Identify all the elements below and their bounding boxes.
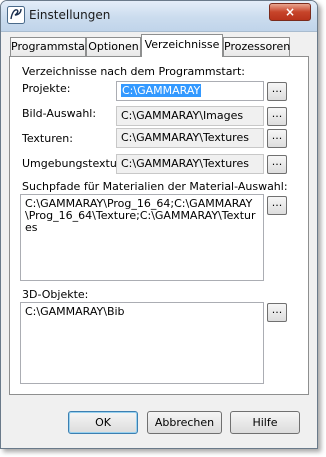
- app-logo-icon: [7, 6, 25, 24]
- objects-textarea[interactable]: C:\GAMMARAY\Bib: [20, 302, 264, 384]
- tab-verzeichnisse[interactable]: Verzeichnisse: [141, 34, 223, 57]
- window-title: Einstellungen: [29, 8, 111, 22]
- help-button[interactable]: Hilfe: [230, 411, 300, 434]
- projekte-label: Projekte:: [22, 82, 71, 95]
- projekte-input[interactable]: C:\GAMMARAY: [116, 81, 264, 101]
- close-button[interactable]: ×: [269, 3, 311, 21]
- texturen-input[interactable]: C:\GAMMARAY\Textures: [116, 128, 264, 148]
- tab-optionen[interactable]: Optionen: [86, 37, 141, 56]
- ok-button[interactable]: OK: [68, 411, 138, 434]
- objects-browse-button[interactable]: ...: [267, 303, 287, 322]
- objects-label: 3D-Objekte:: [22, 288, 89, 301]
- umgebungstextur-browse-button[interactable]: ...: [267, 155, 287, 174]
- settings-dialog: Einstellungen × Programmstart Optionen V…: [0, 0, 318, 449]
- tab-label: Prozessoren: [224, 40, 291, 53]
- tab-label: Optionen: [88, 40, 139, 53]
- title-bar: Einstellungen ×: [1, 1, 317, 32]
- tab-label: Programmstart: [11, 40, 94, 53]
- material-paths-textarea[interactable]: C:\GAMMARAY\Prog_16_64;C:\GAMMARAY\Prog_…: [20, 194, 264, 281]
- tab-panel-verzeichnisse: Verzeichnisse nach dem Programmstart: Pr…: [9, 56, 309, 395]
- texturen-label: Texturen:: [22, 132, 73, 145]
- bild-auswahl-browse-button[interactable]: ...: [267, 107, 287, 126]
- section-heading: Verzeichnisse nach dem Programmstart:: [22, 65, 245, 78]
- tab-programmstart[interactable]: Programmstart: [10, 37, 94, 56]
- bild-auswahl-label: Bild-Auswahl:: [22, 107, 97, 120]
- projekte-browse-button[interactable]: ...: [267, 82, 287, 101]
- material-paths-label: Suchpfade für Materialien der Material-A…: [22, 180, 288, 193]
- close-icon: ×: [284, 5, 296, 19]
- tab-label: Verzeichnisse: [144, 38, 220, 51]
- bild-auswahl-input[interactable]: C:\GAMMARAY\Images: [116, 106, 264, 126]
- cancel-button[interactable]: Abbrechen: [147, 411, 222, 434]
- material-paths-browse-button[interactable]: ...: [267, 196, 287, 215]
- texturen-browse-button[interactable]: ...: [267, 129, 287, 148]
- selected-text: C:\GAMMARAY: [121, 84, 202, 97]
- umgebungstextur-input[interactable]: C:\GAMMARAY\Textures: [116, 154, 264, 174]
- umgebungstextur-label: Umgebungstextur:: [22, 157, 125, 170]
- tab-prozessoren[interactable]: Prozessoren: [223, 37, 290, 56]
